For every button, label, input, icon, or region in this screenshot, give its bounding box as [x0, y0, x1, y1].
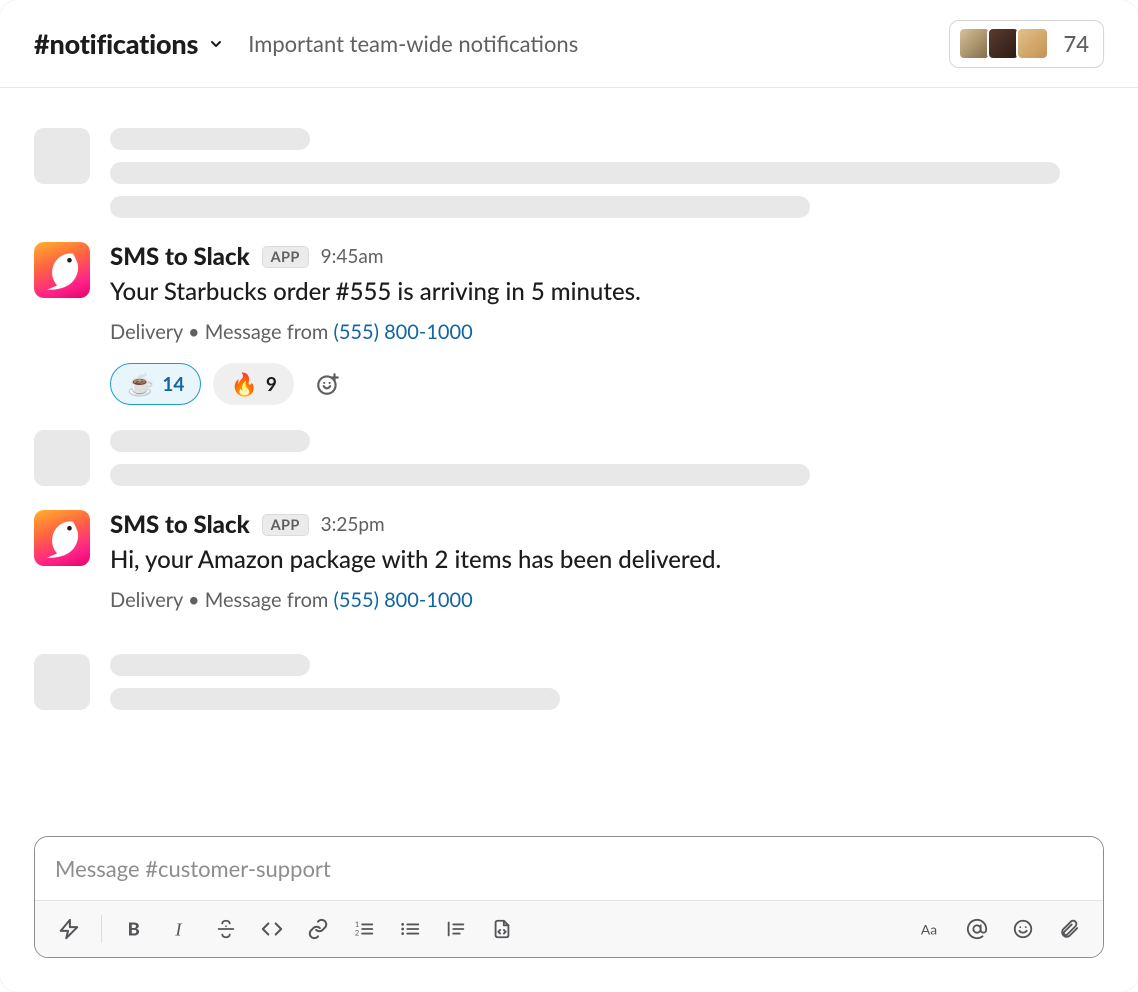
fire-icon: 🔥	[230, 373, 257, 395]
message-time[interactable]: 9:45am	[321, 245, 384, 268]
message-context: Delivery • Message from (555) 800-1000	[110, 320, 1104, 344]
ordered-list-icon: 12	[353, 918, 375, 940]
app-avatar[interactable]	[34, 242, 90, 298]
bulleted-list-button[interactable]	[390, 909, 430, 949]
reaction-coffee[interactable]: ☕ 14	[110, 363, 201, 405]
message-text: Hi, your Amazon package with 2 items has…	[110, 545, 1104, 574]
paperclip-icon	[1058, 918, 1080, 940]
bold-icon: B	[123, 918, 145, 940]
composer-area: B I 12	[0, 836, 1138, 992]
avatar-placeholder	[34, 128, 90, 184]
app-avatar[interactable]	[34, 510, 90, 566]
chevron-down-icon	[208, 36, 224, 52]
coffee-icon: ☕	[127, 373, 154, 395]
message-sms-1: SMS to Slack APP 9:45am Your Starbucks o…	[34, 242, 1104, 406]
add-reaction-button[interactable]	[306, 362, 350, 406]
sender-name[interactable]: SMS to Slack	[110, 510, 250, 539]
codeblock-icon	[491, 918, 513, 940]
svg-text:I: I	[174, 919, 182, 939]
formatting-toggle-button[interactable]: Aa	[911, 909, 951, 949]
reaction-fire[interactable]: 🔥 9	[213, 363, 293, 405]
placeholder-body	[110, 654, 1104, 710]
blockquote-icon	[445, 918, 467, 940]
message-body: SMS to Slack APP 3:25pm Hi, your Amazon …	[110, 510, 1104, 630]
placeholder-body	[110, 128, 1104, 218]
placeholder-line	[110, 654, 310, 676]
italic-icon: I	[169, 918, 191, 940]
message-context: Delivery • Message from (555) 800-1000	[110, 588, 1104, 612]
composer: B I 12	[34, 836, 1104, 958]
composer-toolbar: B I 12	[35, 900, 1103, 957]
message-time[interactable]: 3:25pm	[321, 513, 385, 536]
message-body: SMS to Slack APP 9:45am Your Starbucks o…	[110, 242, 1104, 406]
code-icon	[261, 918, 283, 940]
reaction-count: 14	[162, 373, 184, 396]
svg-text:Aa: Aa	[921, 921, 937, 938]
members-pill[interactable]: 74	[949, 20, 1104, 68]
member-avatars	[958, 27, 1049, 60]
message-sms-2: SMS to Slack APP 3:25pm Hi, your Amazon …	[34, 510, 1104, 630]
sender-name[interactable]: SMS to Slack	[110, 242, 250, 271]
message-placeholder	[34, 654, 1104, 710]
mention-button[interactable]	[957, 909, 997, 949]
avatar-placeholder	[34, 430, 90, 486]
placeholder-line	[110, 688, 560, 710]
slack-window: #notifications Important team-wide notif…	[0, 0, 1138, 992]
lightning-icon	[58, 918, 80, 940]
avatar-placeholder	[34, 654, 90, 710]
reactions-row: ☕ 14 🔥 9	[110, 362, 1104, 406]
bold-button[interactable]: B	[114, 909, 154, 949]
placeholder-line	[110, 128, 310, 150]
message-meta: SMS to Slack APP 3:25pm	[110, 510, 1104, 539]
message-meta: SMS to Slack APP 9:45am	[110, 242, 1104, 271]
bird-icon	[40, 516, 86, 562]
context-prefix: Delivery • Message from	[110, 588, 333, 612]
app-badge: APP	[262, 246, 309, 268]
svg-text:2: 2	[355, 928, 359, 937]
channel-name-button[interactable]: #notifications	[34, 27, 224, 60]
app-badge: APP	[262, 514, 309, 536]
message-placeholder	[34, 128, 1104, 218]
placeholder-line	[110, 196, 810, 218]
message-placeholder	[34, 430, 1104, 486]
attach-button[interactable]	[1049, 909, 1089, 949]
phone-link[interactable]: (555) 800-1000	[333, 320, 472, 344]
link-button[interactable]	[298, 909, 338, 949]
svg-text:B: B	[128, 918, 140, 939]
placeholder-line	[110, 162, 1060, 184]
bulleted-list-icon	[399, 918, 421, 940]
message-feed: SMS to Slack APP 9:45am Your Starbucks o…	[0, 88, 1138, 836]
channel-header: #notifications Important team-wide notif…	[0, 0, 1138, 88]
message-text: Your Starbucks order #555 is arriving in…	[110, 277, 1104, 306]
strike-button[interactable]	[206, 909, 246, 949]
message-input[interactable]	[35, 837, 1103, 900]
avatar	[1016, 27, 1049, 60]
placeholder-line	[110, 430, 310, 452]
aa-icon: Aa	[920, 918, 942, 940]
member-count: 74	[1063, 30, 1089, 57]
bird-icon	[40, 248, 86, 294]
at-icon	[966, 918, 988, 940]
ordered-list-button[interactable]: 12	[344, 909, 384, 949]
codeblock-button[interactable]	[482, 909, 522, 949]
phone-link[interactable]: (555) 800-1000	[333, 588, 472, 612]
shortcuts-button[interactable]	[49, 909, 89, 949]
context-prefix: Delivery • Message from	[110, 320, 333, 344]
placeholder-line	[110, 464, 810, 486]
placeholder-body	[110, 430, 1104, 486]
link-icon	[307, 918, 329, 940]
strikethrough-icon	[215, 918, 237, 940]
channel-topic: Important team-wide notifications	[248, 30, 578, 57]
blockquote-button[interactable]	[436, 909, 476, 949]
channel-name-text: #notifications	[34, 27, 198, 60]
separator	[101, 915, 102, 943]
code-button[interactable]	[252, 909, 292, 949]
emoji-button[interactable]	[1003, 909, 1043, 949]
reaction-count: 9	[266, 373, 277, 396]
italic-button[interactable]: I	[160, 909, 200, 949]
smile-icon	[1012, 918, 1034, 940]
